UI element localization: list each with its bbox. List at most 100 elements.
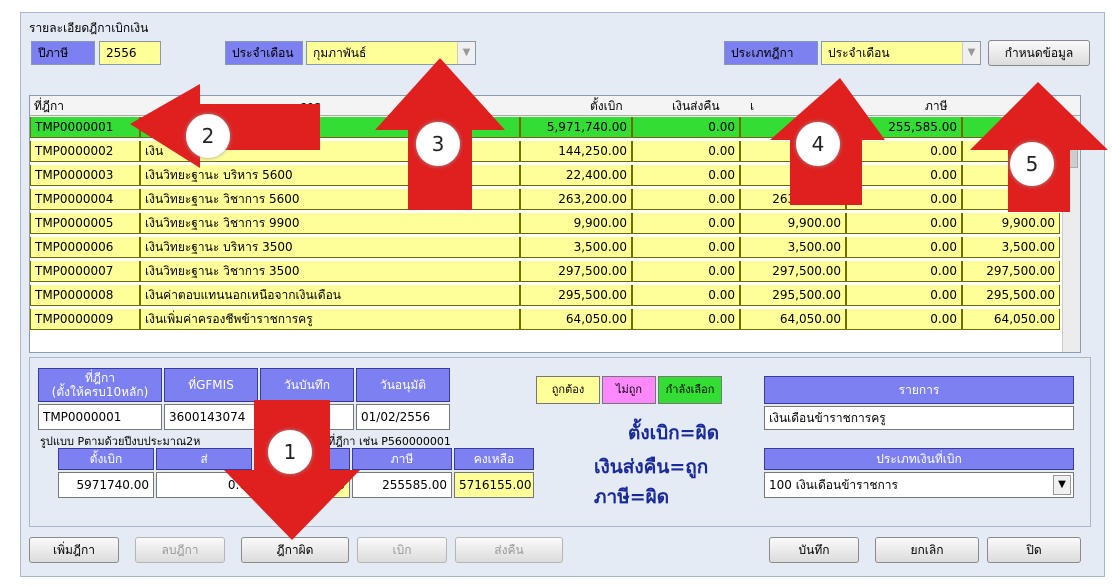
table-row[interactable]: TMP0000002เงิน144,250.000.00140.0014	[30, 141, 1060, 162]
vertical-scrollbar[interactable]	[1062, 116, 1080, 352]
cell-net: 295,500.00	[740, 285, 846, 306]
net-field[interactable]: 40.00	[254, 472, 350, 498]
chevron-down-icon[interactable]: ▼	[962, 42, 980, 64]
amount-field[interactable]: 5971740.00	[58, 472, 154, 498]
delete-claim-button[interactable]: ลบฎีกา	[135, 537, 225, 563]
month-select-value: กุมภาพันธ์	[313, 46, 367, 60]
cell-returned: 0.00	[632, 213, 740, 234]
callout-3: 3	[416, 122, 460, 166]
table-row[interactable]: TMP0000004 เงินวิทยะฐานะ วิชาการ 5600 263,…	[30, 189, 1060, 210]
callout-5: 5	[1010, 142, 1054, 186]
cell-desc: เงินค่าตอบแทนนอกเหนือจากเงินเดือน	[140, 285, 520, 306]
claim-detail-window: รายละเอียดฎีกาเบิกเงิน ปีภาษี 2556 ประจำ…	[20, 12, 1105, 577]
cell-tax: 0.00	[846, 189, 962, 210]
withdraw-button[interactable]: เบิก	[357, 537, 447, 563]
cell-tax: 255,585.00	[846, 117, 962, 138]
col-header-tax: ภาษี	[925, 99, 948, 113]
status-amount: ตั้งเบิก=ผิด	[628, 422, 720, 444]
pay-type-select[interactable]: 100 เงินเดือนข้าราชการ ▼	[764, 472, 1074, 498]
claim-type-label: ประเภทฎีกา	[724, 41, 818, 65]
cell-net: 297,500.00	[740, 261, 846, 282]
cell-amount: 64,050.00	[520, 309, 632, 330]
gfmis-field[interactable]: 3600143074	[164, 404, 258, 430]
col-header-description: การ	[300, 99, 321, 113]
status-return: เงินส่งคืน=ถูก	[594, 456, 709, 478]
cell-id: TMP0000001	[30, 117, 140, 138]
chevron-down-icon[interactable]: ▼	[1053, 475, 1071, 495]
pay-type-value: 100 เงินเดือนข้าราชการ	[769, 478, 898, 492]
table-row[interactable]: TMP0000003 เงินวิทยะฐานะ บริหาร 5600 22,40…	[30, 165, 1060, 186]
record-date-field[interactable]: 556	[260, 404, 354, 430]
item-field[interactable]: เงินเดือนข้าราชการครู	[764, 406, 1074, 430]
year-label: ปีภาษี	[31, 41, 95, 65]
chevron-down-icon[interactable]: ▼	[457, 42, 475, 64]
cell-balance: 295,500.00	[962, 285, 1060, 306]
wrong-claim-button[interactable]: ฎีกาผิด	[241, 537, 349, 563]
cell-returned: 0.00	[632, 165, 740, 186]
year-input[interactable]: 2556	[99, 41, 161, 65]
table-row[interactable]: TMP0000006 เงินวิทยะฐานะ บริหาร 3500 3,500…	[30, 237, 1060, 258]
approve-date-field[interactable]: 01/02/2556	[356, 404, 450, 430]
claim-type-value: ประจำเดือน	[828, 46, 890, 60]
item-header: รายการ	[764, 376, 1074, 404]
return-button[interactable]: ส่งคืน	[455, 537, 563, 563]
cell-balance: 64,050.00	[962, 309, 1060, 330]
legend-correct: ถูกต้อง	[536, 376, 600, 404]
add-claim-button[interactable]: เพิ่มฎีกา	[29, 537, 119, 563]
balance-header: คงเหลือ	[454, 448, 534, 470]
callout-1: 1	[268, 430, 312, 474]
tax-header: ภาษี	[352, 448, 452, 470]
cell-desc: เงินวิทยะฐานะ วิชาการ 5600	[140, 189, 520, 210]
cell-id: TMP0000007	[30, 261, 140, 282]
table-row[interactable]: TMP0000008 เงินค่าตอบแทนนอกเหนือจากเงินเด…	[30, 285, 1060, 306]
cell-tax: 0.00	[846, 261, 962, 282]
balance-field: 5716155.00	[454, 472, 534, 498]
legend-incorrect: ไม่ถูก	[602, 376, 656, 404]
cell-balance: 5	[962, 117, 1060, 138]
cell-id: TMP0000009	[30, 309, 140, 330]
col-header-returned: เงินส่งคืน	[672, 99, 720, 113]
month-select[interactable]: กุมภาพันธ์ ▼	[306, 41, 476, 65]
cell-net: 2	[740, 165, 846, 186]
window-title: รายละเอียดฎีกาเบิกเงิน	[29, 21, 149, 35]
returned-header: ส่	[156, 448, 252, 470]
cancel-button[interactable]: ยกเลิก	[875, 537, 979, 563]
scrollbar-thumb[interactable]	[1065, 138, 1078, 168]
cell-id: TMP0000002	[30, 141, 140, 162]
cell-returned: 0.00	[632, 285, 740, 306]
returned-field[interactable]: 0.0	[156, 472, 252, 498]
claim-no-field[interactable]: TMP0000001	[38, 404, 162, 430]
cell-id: TMP0000006	[30, 237, 140, 258]
cell-balance: 3,500.00	[962, 237, 1060, 258]
cell-desc: เงินเพิ่มค่าครองชีพข้าราชการครู	[140, 309, 520, 330]
cell-amount: 295,500.00	[520, 285, 632, 306]
record-date-header: วันบันทึก	[260, 368, 354, 402]
cell-amount: 3,500.00	[520, 237, 632, 258]
cell-net: 263,200.00	[740, 189, 846, 210]
callout-4: 4	[796, 122, 840, 166]
col-header-claim-no: ที่ฎีกา	[34, 99, 64, 113]
col-header-net: เ	[750, 99, 755, 113]
save-button[interactable]: บันทึก	[769, 537, 859, 563]
cell-amount: 263,200.00	[520, 189, 632, 210]
cell-tax: 0.00	[846, 213, 962, 234]
cell-returned: 0.00	[632, 117, 740, 138]
cell-amount: 9,900.00	[520, 213, 632, 234]
claim-no-header: ที่ฎีกา (ตั้งให้ครบ10หลัก)	[38, 368, 162, 402]
claim-type-select[interactable]: ประจำเดือน ▼	[821, 41, 981, 65]
table-row[interactable]: TMP0000001 5,971,740.00 0.00 255,585.00 5	[30, 117, 1060, 138]
cell-net: 3,500.00	[740, 237, 846, 258]
table-row[interactable]: TMP0000007 เงินวิทยะฐานะ วิชาการ 3500 297,…	[30, 261, 1060, 282]
tax-field[interactable]: 255585.00	[352, 472, 452, 498]
cell-id: TMP0000005	[30, 213, 140, 234]
cell-returned: 0.00	[632, 261, 740, 282]
month-label: ประจำเดือน	[225, 41, 303, 65]
amount-header: ตั้งเบิก	[58, 448, 154, 470]
define-data-button[interactable]: กำหนดข้อมูล	[988, 40, 1090, 66]
callout-2: 2	[186, 114, 230, 158]
cell-amount: 5,971,740.00	[520, 117, 632, 138]
cell-net: 64,050.00	[740, 309, 846, 330]
table-row[interactable]: TMP0000005 เงินวิทยะฐานะ วิชาการ 9900 9,90…	[30, 213, 1060, 234]
table-row[interactable]: TMP0000009 เงินเพิ่มค่าครองชีพข้าราชการคร…	[30, 309, 1060, 330]
close-button[interactable]: ปิด	[987, 537, 1081, 563]
